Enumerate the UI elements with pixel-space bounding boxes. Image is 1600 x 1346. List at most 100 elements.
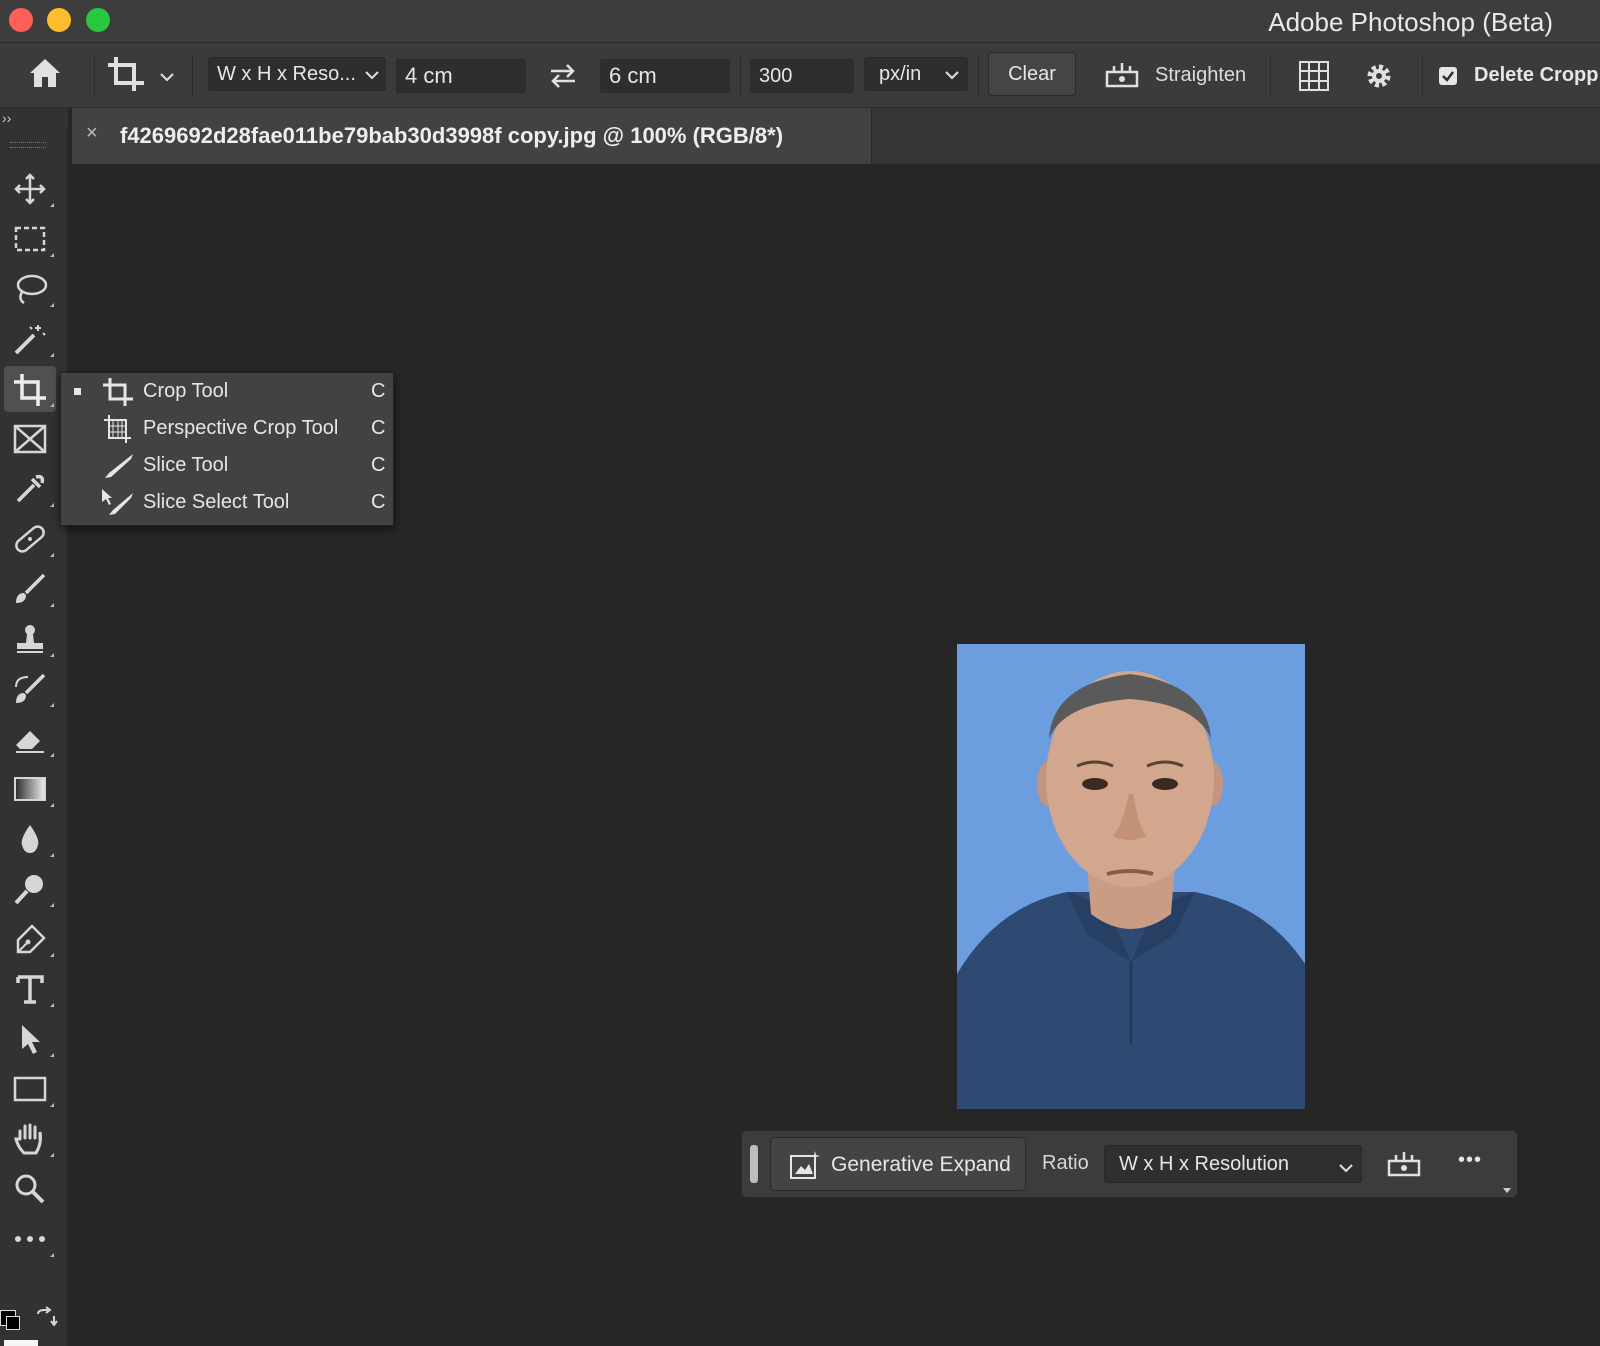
swap-colors-icon[interactable]	[34, 1306, 58, 1335]
taskbar-options-corner[interactable]	[1503, 1188, 1511, 1193]
delete-cropped-label[interactable]: Delete Cropp	[1474, 64, 1598, 87]
rectangle-tool[interactable]	[4, 1066, 56, 1112]
move-tool[interactable]	[4, 166, 56, 212]
document-canvas-image[interactable]	[957, 644, 1305, 1109]
title-bar: Adobe Photoshop (Beta)	[0, 0, 1600, 43]
hand-tool[interactable]	[4, 1116, 56, 1162]
eraser-tool[interactable]	[4, 716, 56, 762]
contextual-task-bar: Generative Expand Ratio W x H x Resoluti…	[741, 1130, 1518, 1198]
selected-bullet	[74, 388, 81, 395]
history-brush-icon	[15, 673, 46, 703]
tools-panel	[0, 130, 68, 1346]
straighten-icon[interactable]	[1386, 1149, 1422, 1184]
flyout-item-shortcut: C	[371, 417, 386, 439]
flyout-item-label: Slice Tool	[143, 454, 229, 476]
lasso-icon	[16, 274, 48, 305]
crop-icon	[14, 374, 46, 406]
clear-button[interactable]: Clear	[988, 52, 1076, 96]
resolution-unit-dropdown[interactable]: px/in	[864, 57, 968, 91]
gradient-tool[interactable]	[4, 766, 56, 812]
quick-mask-button[interactable]	[4, 1340, 38, 1346]
dodge-icon	[14, 875, 43, 905]
pen-tool[interactable]	[4, 916, 56, 962]
straighten-label[interactable]: Straighten	[1155, 64, 1246, 87]
clone-stamp-tool[interactable]	[4, 616, 56, 662]
lasso-tool[interactable]	[4, 266, 56, 312]
move-icon	[14, 173, 46, 205]
frame-tool[interactable]	[4, 416, 56, 462]
close-icon[interactable]: ×	[86, 122, 98, 145]
slice-select-icon	[101, 488, 135, 523]
height-field[interactable]: 6 cm	[600, 59, 730, 93]
resolution-field[interactable]: 300	[750, 59, 854, 93]
options-bar: W x H x Reso... 4 cm 6 cm 300 px/in	[0, 43, 1600, 108]
grid-overlay-icon[interactable]	[1296, 58, 1332, 99]
stamp-icon	[17, 625, 43, 653]
more-options-icon[interactable]: •••	[1458, 1149, 1482, 1172]
gear-icon[interactable]	[1362, 59, 1396, 98]
toolbar-grip[interactable]	[10, 142, 46, 148]
magic-wand-tool[interactable]	[4, 316, 56, 362]
home-icon[interactable]	[26, 55, 64, 96]
type-tool[interactable]	[4, 966, 56, 1012]
path-selection-tool[interactable]	[4, 1016, 56, 1062]
chevron-down-icon	[945, 58, 959, 90]
minimize-window-button[interactable]	[47, 8, 71, 32]
document-tab-bar: × f4269692d28fae011be79bab30d3998f copy.…	[72, 108, 1600, 164]
ratio-preset-label: W x H x Reso...	[217, 63, 356, 85]
gradient-icon	[14, 777, 46, 801]
eyedropper-tool[interactable]	[4, 466, 56, 512]
crop-icon	[101, 377, 135, 412]
panel-collapse-toggle[interactable]: ››	[0, 108, 68, 130]
flyout-item-crop-tool[interactable]: Crop Tool C	[61, 373, 393, 410]
straighten-icon[interactable]	[1104, 60, 1140, 95]
delete-cropped-checkbox[interactable]	[1438, 66, 1458, 91]
ratio-dropdown-value: W x H x Resolution	[1119, 1153, 1290, 1175]
flyout-item-label: Perspective Crop Tool	[143, 417, 339, 439]
swap-icon[interactable]	[548, 63, 578, 94]
app-title: Adobe Photoshop (Beta)	[1268, 7, 1553, 37]
rectangle-marquee-icon	[14, 226, 46, 252]
close-window-button[interactable]	[9, 8, 33, 32]
healing-brush-tool[interactable]	[4, 516, 56, 562]
ratio-preset-dropdown[interactable]: W x H x Reso...	[208, 57, 386, 91]
document-tab-title: f4269692d28fae011be79bab30d3998f copy.jp…	[120, 123, 784, 148]
flyout-item-shortcut: C	[371, 380, 386, 402]
flyout-item-shortcut: C	[371, 491, 386, 513]
color-swatches[interactable]	[0, 1304, 68, 1346]
crop-tool-preset-icon[interactable]	[106, 55, 146, 100]
flyout-item-slice-tool[interactable]: Slice Tool C	[61, 447, 393, 484]
generative-expand-button[interactable]: Generative Expand	[770, 1137, 1026, 1191]
flyout-item-perspective-crop-tool[interactable]: Perspective Crop Tool C	[61, 410, 393, 447]
portrait-photo	[957, 671, 1305, 1109]
generative-expand-label: Generative Expand	[831, 1153, 1011, 1176]
chevron-down-icon[interactable]	[160, 69, 174, 87]
brush-icon	[16, 573, 46, 603]
marquee-tool[interactable]	[4, 216, 56, 262]
pen-icon	[16, 924, 46, 954]
resolution-unit-label: px/in	[879, 63, 922, 85]
crop-tool[interactable]	[4, 366, 56, 412]
flyout-item-slice-select-tool[interactable]: Slice Select Tool C	[61, 484, 393, 521]
ratio-dropdown[interactable]: W x H x Resolution	[1104, 1145, 1362, 1183]
blur-tool[interactable]	[4, 816, 56, 862]
zoom-window-button[interactable]	[86, 8, 110, 32]
zoom-tool[interactable]	[4, 1166, 56, 1212]
flyout-item-label: Crop Tool	[143, 380, 229, 402]
history-brush-tool[interactable]	[4, 666, 56, 712]
chevron-down-icon	[1339, 1160, 1353, 1178]
slice-icon	[101, 451, 135, 486]
edit-toolbar-button[interactable]	[4, 1216, 56, 1262]
dodge-tool[interactable]	[4, 866, 56, 912]
type-icon	[16, 975, 44, 1004]
chevron-down-icon	[365, 58, 379, 90]
document-tab[interactable]: × f4269692d28fae011be79bab30d3998f copy.…	[72, 108, 872, 164]
background-color-swatch[interactable]	[6, 1316, 20, 1330]
path-selection-icon	[22, 1025, 40, 1054]
width-field[interactable]: 4 cm	[396, 59, 526, 93]
task-bar-grip[interactable]	[750, 1145, 758, 1183]
flyout-item-shortcut: C	[371, 454, 386, 476]
brush-tool[interactable]	[4, 566, 56, 612]
drop-icon	[21, 825, 39, 853]
frame-icon	[13, 424, 47, 454]
